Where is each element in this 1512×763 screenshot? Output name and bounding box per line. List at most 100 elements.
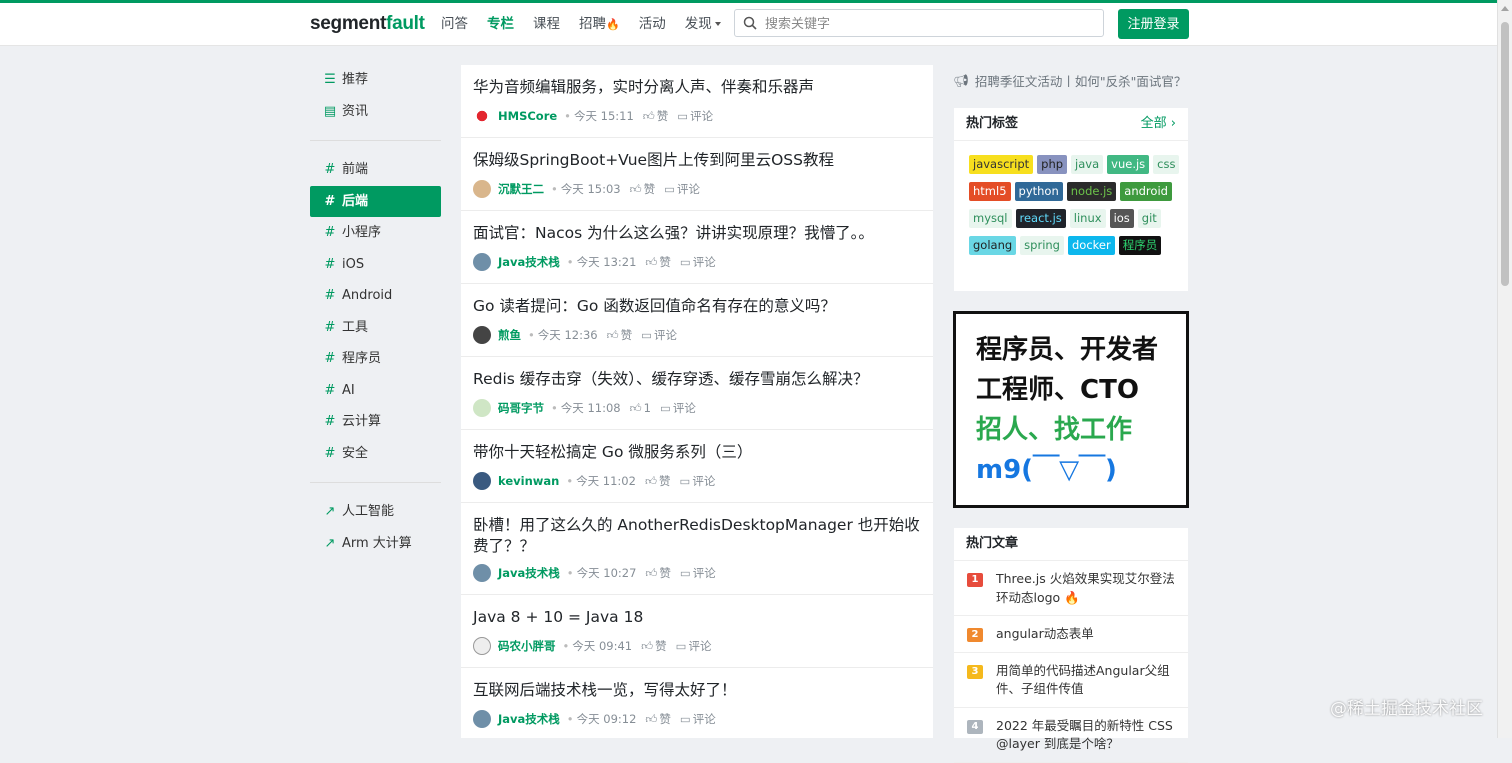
nav-jobs[interactable]: 招聘🔥 [579, 14, 620, 35]
sidebar-item-backend[interactable]: # 后端 [310, 185, 441, 217]
like-button[interactable]: 👍︎ 赞 [645, 254, 671, 270]
nav-discover[interactable]: 发现 [685, 14, 721, 35]
sidebar-item-ai-external[interactable]: ↗ 人工智能 [310, 496, 441, 528]
all-tags-link[interactable]: 全部 › [1141, 108, 1176, 140]
tag-mysql[interactable]: mysql [969, 209, 1012, 228]
sidebar-item-frontend[interactable]: # 前端 [310, 154, 441, 186]
author-name[interactable]: 码哥字节 [498, 400, 544, 416]
like-button[interactable]: 👍︎ 赞 [641, 638, 667, 654]
article-title[interactable]: 华为音频编辑服务，实时分离人声、伴奏和乐器声 [473, 77, 921, 98]
hot-article-item[interactable]: 1 Three.js 火焰效果实现艾尔登法环动态logo 🔥 [954, 561, 1188, 616]
avatar[interactable] [473, 107, 491, 125]
comment-button[interactable]: ▭ 评论 [680, 565, 716, 581]
avatar[interactable] [473, 564, 491, 582]
comment-button[interactable]: ▭ 评论 [660, 400, 696, 416]
page-scrollbar[interactable] [1497, 0, 1512, 738]
hot-article-item[interactable]: 2 angular动态表单 [954, 616, 1188, 653]
comment-button[interactable]: ▭ 评论 [664, 181, 700, 197]
comment-button[interactable]: ▭ 评论 [641, 327, 677, 343]
sidebar-item-android[interactable]: # Android [310, 280, 441, 312]
author-name[interactable]: 煎鱼 [498, 327, 521, 343]
comment-button[interactable]: ▭ 评论 [680, 254, 716, 270]
sidebar-item-arm-external[interactable]: ↗ Arm 大计算 [310, 528, 441, 560]
tag-vue-js[interactable]: vue.js [1107, 155, 1150, 174]
avatar[interactable] [473, 253, 491, 271]
like-button[interactable]: 👍︎ 赞 [643, 108, 669, 124]
comment-button[interactable]: ▭ 评论 [676, 638, 712, 654]
nav-qa[interactable]: 问答 [441, 14, 468, 35]
tag-spring[interactable]: spring [1020, 236, 1064, 255]
hot-article-item[interactable]: 4 2022 年最受瞩目的新特性 CSS @layer 到底是个啥？ [954, 708, 1188, 763]
author-name[interactable]: Java技术栈 [498, 254, 560, 270]
avatar[interactable] [473, 399, 491, 417]
article-title[interactable]: Java 8 + 10 = Java 18 [473, 607, 921, 628]
comment-button[interactable]: ▭ 评论 [679, 473, 715, 489]
author-name[interactable]: Java技术栈 [498, 565, 560, 581]
article-item[interactable]: Java 8 + 10 = Java 18 码农小胖哥 • 今天 09:41 👍︎… [461, 595, 933, 668]
tag-react-js[interactable]: react.js [1015, 209, 1066, 228]
tag-docker[interactable]: docker [1067, 236, 1115, 255]
article-title[interactable]: 互联网后端技术栈一览，写得太好了！ [473, 680, 921, 701]
article-item[interactable]: 华为音频编辑服务，实时分离人声、伴奏和乐器声 HMSCore • 今天 15:11… [461, 65, 933, 138]
avatar[interactable] [473, 637, 491, 655]
login-button[interactable]: 注册登录 [1118, 9, 1189, 39]
article-item[interactable]: 互联网后端技术栈一览，写得太好了！ Java技术栈 • 今天 09:12 👍︎ 赞 … [461, 668, 933, 738]
comment-button[interactable]: ▭ 评论 [680, 711, 716, 727]
like-button[interactable]: 👍︎ 赞 [645, 473, 671, 489]
sidebar-item-tools[interactable]: # 工具 [310, 312, 441, 344]
sidebar-item-miniprogram[interactable]: # 小程序 [310, 217, 441, 249]
like-button[interactable]: 👍︎ 1 [630, 401, 651, 416]
article-item[interactable]: 带你十天轻松搞定 Go 微服务系列（三） kevinwan • 今天 11:02 … [461, 430, 933, 503]
avatar[interactable] [473, 180, 491, 198]
comment-button[interactable]: ▭ 评论 [677, 108, 713, 124]
tag-linux[interactable]: linux [1069, 209, 1106, 228]
tag-android[interactable]: android [1120, 182, 1172, 201]
tag-html5[interactable]: html5 [969, 182, 1011, 201]
author-name[interactable]: kevinwan [498, 474, 559, 488]
tag-git[interactable]: git [1137, 209, 1161, 228]
nav-column[interactable]: 专栏 [487, 14, 514, 35]
avatar[interactable] [473, 710, 491, 728]
sidebar-item-ai[interactable]: # AI [310, 375, 441, 407]
nav-events[interactable]: 活动 [639, 14, 666, 35]
scrollbar-thumb[interactable] [1501, 22, 1509, 286]
tag-node-js[interactable]: node.js [1066, 182, 1117, 201]
tag-java[interactable]: java [1071, 155, 1104, 174]
article-item[interactable]: Go 读者提问：Go 函数返回值命名有存在的意义吗？ 煎鱼 • 今天 12:36 … [461, 284, 933, 357]
recruit-ad-banner[interactable]: 程序员、开发者 工程师、CTO 招人、找工作 m9(￣▽￣) [953, 311, 1189, 508]
sidebar-item-programmer[interactable]: # 程序员 [310, 343, 441, 375]
article-title[interactable]: 面试官：Nacos 为什么这么强？讲讲实现原理？我懵了。。 [473, 223, 921, 244]
sidebar-item-recommend[interactable]: ☰ 推荐 [310, 64, 441, 96]
like-button[interactable]: 👍︎ 赞 [630, 181, 656, 197]
article-title[interactable]: 保姆级SpringBoot+Vue图片上传到阿里云OSS教程 [473, 150, 921, 171]
sidebar-item-cloud[interactable]: # 云计算 [310, 406, 441, 438]
search-box[interactable] [734, 9, 1104, 37]
tag-css[interactable]: css [1153, 155, 1180, 174]
sidebar-item-news[interactable]: ▤ 资讯 [310, 96, 441, 128]
author-name[interactable]: 码农小胖哥 [498, 638, 556, 654]
search-input[interactable] [763, 13, 1097, 35]
tag-php[interactable]: php [1037, 155, 1068, 174]
tag-golang[interactable]: golang [969, 236, 1017, 255]
tag--[interactable]: 程序员 [1118, 236, 1162, 255]
avatar[interactable] [473, 472, 491, 490]
sidebar-item-security[interactable]: # 安全 [310, 438, 441, 470]
nav-course[interactable]: 课程 [533, 14, 560, 35]
announcement-link[interactable]: 📢︎ 招聘季征文活动丨如何"反杀"面试官？ [953, 71, 1186, 90]
like-button[interactable]: 👍︎ 赞 [645, 565, 671, 581]
article-item[interactable]: 卧槽！用了这么久的 AnotherRedisDesktopManager 也开始… [461, 503, 933, 595]
article-item[interactable]: Redis 缓存击穿（失效）、缓存穿透、缓存雪崩怎么解决？ 码哥字节 • 今天 1… [461, 357, 933, 430]
article-title[interactable]: 卧槽！用了这么久的 AnotherRedisDesktopManager 也开始… [473, 515, 921, 557]
like-button[interactable]: 👍︎ 赞 [645, 711, 671, 727]
hot-article-item[interactable]: 3 用简单的代码描述Angular父组件、子组件传值 [954, 653, 1188, 708]
article-title[interactable]: 带你十天轻松搞定 Go 微服务系列（三） [473, 442, 921, 463]
tag-javascript[interactable]: javascript [969, 155, 1034, 174]
site-logo[interactable]: segmentfault [310, 13, 425, 35]
article-title[interactable]: Redis 缓存击穿（失效）、缓存穿透、缓存雪崩怎么解决？ [473, 369, 921, 390]
like-button[interactable]: 👍︎ 赞 [607, 327, 633, 343]
sidebar-item-ios[interactable]: # iOS [310, 249, 441, 281]
avatar[interactable] [473, 326, 491, 344]
scroll-up-icon[interactable] [1501, 6, 1509, 11]
tag-ios[interactable]: ios [1109, 209, 1134, 228]
tag-python[interactable]: python [1014, 182, 1063, 201]
